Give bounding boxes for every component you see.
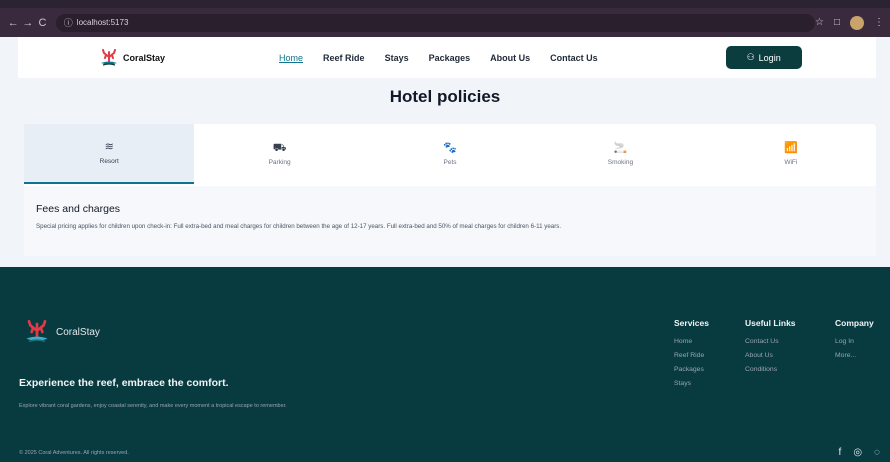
- address-text: localhost:5173: [76, 18, 129, 27]
- site-footer: CoralStay Experience the reef, embrace t…: [0, 267, 890, 462]
- footer-description: Explore vibrant coral gardens, enjoy coa…: [19, 403, 287, 409]
- waves-icon: ≋: [104, 140, 114, 153]
- nav-stays[interactable]: Stays: [385, 53, 409, 63]
- social-links: f ◎ ◌: [839, 447, 880, 458]
- back-icon[interactable]: ←: [6, 17, 21, 29]
- footer-copyright: © 2025 Coral Adventures. All rights rese…: [19, 450, 129, 456]
- footer-col-heading: Company: [835, 318, 874, 328]
- footer-link-contact-us[interactable]: Contact Us: [745, 338, 796, 345]
- site-info-icon[interactable]: ⓘ: [64, 16, 73, 29]
- footer-link-login[interactable]: Log In: [835, 338, 874, 345]
- footer-col-useful-links: Useful Links Contact Us About Us Conditi…: [745, 318, 796, 380]
- footer-link-more[interactable]: More...: [835, 352, 874, 359]
- brand-name: CoralStay: [123, 52, 166, 63]
- footer-brand-name: CoralStay: [56, 326, 100, 338]
- footer-link-conditions[interactable]: Conditions: [745, 366, 796, 373]
- footer-col-heading: Services: [674, 318, 709, 328]
- address-bar[interactable]: ⓘ localhost:5173: [55, 13, 815, 32]
- car-icon: ⛟: [272, 141, 287, 154]
- forward-icon[interactable]: →: [21, 17, 36, 29]
- tab-pets[interactable]: 🐾 Pets: [365, 124, 535, 184]
- site-navbar: CoralStay Home Reef Ride Stays Packages …: [18, 37, 876, 78]
- nav-about-us[interactable]: About Us: [490, 53, 530, 63]
- facebook-icon[interactable]: f: [839, 447, 842, 458]
- policies-panel: ≋ Resort ⛟ Parking 🐾 Pets 🚬 Smoking 📶 Wi…: [24, 124, 876, 256]
- user-icon: ⚇: [746, 52, 755, 62]
- tab-resort[interactable]: ≋ Resort: [24, 124, 195, 184]
- wifi-icon: 📶: [783, 141, 798, 154]
- tab-label: Smoking: [607, 158, 634, 166]
- whatsapp-icon[interactable]: ◌: [874, 447, 880, 458]
- footer-link-stays[interactable]: Stays: [674, 380, 709, 387]
- reload-icon[interactable]: C: [35, 17, 50, 29]
- paw-icon: 🐾: [443, 141, 457, 154]
- profile-avatar[interactable]: [850, 15, 864, 30]
- policy-tabs: ≋ Resort ⛟ Parking 🐾 Pets 🚬 Smoking 📶 Wi…: [24, 124, 876, 184]
- coral-logo-icon: [101, 48, 117, 66]
- footer-col-company: Company Log In More...: [835, 318, 874, 366]
- main-nav: Home Reef Ride Stays Packages About Us C…: [279, 53, 598, 63]
- instagram-icon[interactable]: ◎: [853, 447, 862, 458]
- browser-chrome: ← → C ⓘ localhost:5173 ☆ □ ⋮: [0, 0, 890, 37]
- footer-link-about-us[interactable]: About Us: [745, 352, 796, 359]
- tab-smoking[interactable]: 🚬 Smoking: [535, 124, 705, 184]
- nav-home[interactable]: Home: [279, 53, 303, 63]
- footer-link-home[interactable]: Home: [674, 338, 709, 345]
- cigarette-icon: 🚬: [613, 141, 628, 154]
- login-button[interactable]: ⚇ Login: [725, 46, 802, 69]
- brand-logo[interactable]: CoralStay: [98, 48, 166, 67]
- browser-menu-icon[interactable]: ⋮: [874, 17, 884, 28]
- tab-label: WiFi: [784, 158, 798, 166]
- nav-reef-ride[interactable]: Reef Ride: [323, 53, 365, 63]
- browser-tabbar: [0, 0, 890, 8]
- browser-toolbar: ← → C ⓘ localhost:5173 ☆ □ ⋮: [0, 8, 890, 37]
- footer-col-heading: Useful Links: [745, 318, 796, 328]
- footer-brand[interactable]: CoralStay: [22, 320, 100, 344]
- page-title: Hotel policies: [389, 87, 501, 106]
- footer-col-services: Services Home Reef Ride Packages Stays: [674, 318, 709, 394]
- tab-parking[interactable]: ⛟ Parking: [194, 124, 364, 184]
- extensions-icon[interactable]: □: [834, 17, 840, 28]
- footer-tagline: Experience the reef, embrace the comfort…: [19, 377, 229, 389]
- tab-label: Resort: [99, 157, 119, 165]
- nav-contact-us[interactable]: Contact Us: [550, 53, 598, 63]
- nav-packages[interactable]: Packages: [429, 53, 471, 63]
- footer-link-packages[interactable]: Packages: [674, 366, 709, 373]
- fees-section: Fees and charges Special pricing applies…: [24, 186, 876, 256]
- bookmark-star-icon[interactable]: ☆: [815, 17, 824, 28]
- tab-label: Parking: [268, 158, 291, 166]
- fees-text: Special pricing applies for children upo…: [36, 223, 562, 230]
- tab-label: Pets: [443, 158, 457, 166]
- coral-logo-icon: [26, 320, 48, 343]
- login-label: Login: [758, 52, 781, 63]
- tab-wifi[interactable]: 📶 WiFi: [706, 124, 876, 184]
- fees-heading: Fees and charges: [36, 203, 121, 215]
- footer-link-reef-ride[interactable]: Reef Ride: [674, 352, 709, 359]
